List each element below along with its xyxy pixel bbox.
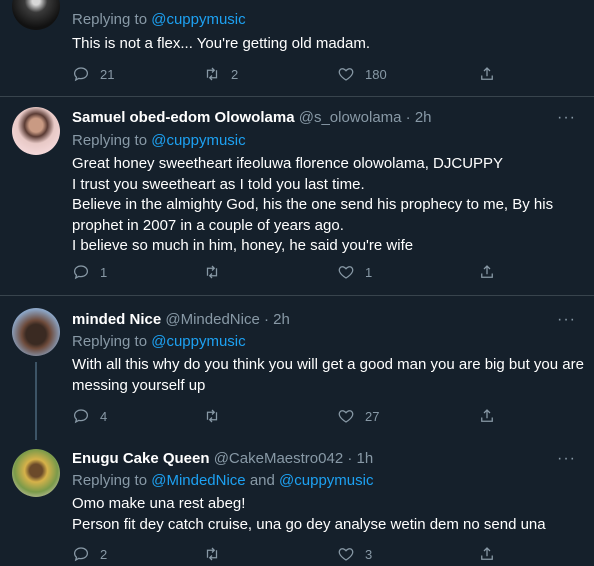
replying-to: Replying to @cuppymusic [72,333,246,350]
tweet-0[interactable]: Replying to @cuppymusic This is not a fl… [0,0,594,96]
share-button[interactable] [478,64,496,84]
like-icon [338,548,354,561]
share-icon [481,409,493,422]
reply-icon [73,67,89,82]
share-button[interactable] [478,406,496,426]
reply-icon [73,265,89,280]
tweet-1[interactable]: Samuel obed-edom Olowolama @s_olowolama … [0,97,594,295]
tweet-actions: 2 3 [72,544,502,564]
replying-to: Replying to @cuppymusic [72,11,246,28]
mention-link[interactable]: @cuppymusic [279,472,373,489]
share-button[interactable] [478,262,496,282]
like-icon [338,68,354,81]
avatar[interactable] [12,107,60,155]
reply-button[interactable]: 2 [72,544,107,564]
reply-button[interactable]: 21 [72,64,114,84]
avatar[interactable] [12,308,60,356]
tweet-2[interactable]: minded Nice @MindedNice · 2h ··· Replyin… [0,296,594,440]
avatar[interactable] [12,449,60,497]
share-icon [481,547,493,560]
retweet-button[interactable]: 2 [203,64,238,84]
tweet-text: This is not a flex... You're getting old… [72,35,371,52]
tweet-header: Samuel obed-edom Olowolama @s_olowolama … [72,108,432,128]
author-name[interactable]: Enugu Cake Queen [72,450,210,467]
reply-button[interactable]: 4 [72,406,107,426]
more-icon[interactable]: ··· [557,312,576,328]
timestamp[interactable]: · 2h [260,311,290,328]
tweet-text: Great honey sweetheart ifeoluwa florence… [72,155,554,254]
retweet-button[interactable] [203,262,231,282]
like-count: 1 [365,264,373,280]
reply-count: 4 [100,408,108,424]
tweet-actions: 21 2 180 [72,64,502,84]
like-icon [338,410,354,423]
like-button[interactable]: 1 [337,262,372,282]
like-button[interactable]: 180 [337,64,387,84]
retweet-icon [206,67,218,81]
timestamp[interactable]: · 2h [402,109,432,126]
replying-to: Replying to @MindedNice and @cuppymusic [72,472,374,489]
reply-icon [73,409,89,424]
mention-link[interactable]: @cuppymusic [151,132,245,149]
tweet-header: minded Nice @MindedNice · 2h [72,310,290,330]
author-name[interactable]: Samuel obed-edom Olowolama [72,109,295,126]
share-icon [481,67,493,80]
like-count: 180 [365,66,387,82]
author-name[interactable]: minded Nice [72,311,161,328]
author-handle[interactable]: @MindedNice [165,311,259,328]
share-button[interactable] [478,544,496,564]
tweet-text: With all this why do you think you will … [72,356,584,394]
retweet-button[interactable] [203,544,231,564]
replying-to: Replying to @cuppymusic [72,132,246,149]
like-icon [338,266,354,279]
tweet-actions: 1 1 [72,262,502,282]
more-icon[interactable]: ··· [557,110,576,126]
retweet-icon [206,547,218,561]
reply-icon [73,547,89,562]
reply-count: 1 [100,264,108,280]
tweet-text: Omo make una rest abeg! Person fit dey c… [72,495,546,533]
timestamp[interactable]: · 1h [343,450,373,467]
tweet-actions: 4 27 [72,406,502,426]
retweet-icon [206,265,218,279]
reply-button[interactable]: 1 [72,262,107,282]
like-button[interactable]: 27 [337,406,379,426]
author-handle[interactable]: @CakeMaestro042 [214,450,343,467]
retweet-count: 2 [231,66,239,82]
like-count: 3 [365,546,373,562]
like-button[interactable]: 3 [337,544,372,564]
mention-link[interactable]: @cuppymusic [151,333,245,350]
tweet-header: Enugu Cake Queen @CakeMaestro042 · 1h [72,449,373,469]
author-handle[interactable]: @s_olowolama [299,109,402,126]
share-icon [481,265,493,278]
tweet-3[interactable]: Enugu Cake Queen @CakeMaestro042 · 1h ··… [0,440,594,566]
reply-count: 2 [100,546,108,562]
reply-count: 21 [100,66,115,82]
mention-link[interactable]: @cuppymusic [151,11,245,28]
like-count: 27 [365,408,380,424]
mention-link[interactable]: @MindedNice [151,472,245,489]
thread-line [35,362,37,440]
retweet-icon [206,409,218,423]
more-icon[interactable]: ··· [557,451,576,467]
avatar[interactable] [12,0,60,30]
retweet-button[interactable] [203,406,231,426]
